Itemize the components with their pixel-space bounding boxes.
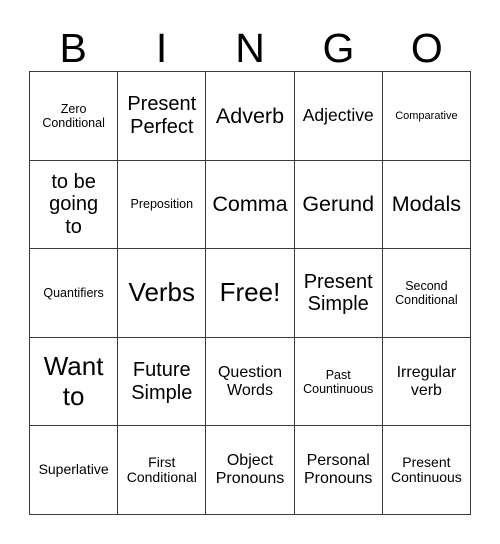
bingo-cell-label: Zero Conditional	[42, 101, 105, 130]
bingo-cell[interactable]: Comma	[206, 160, 295, 250]
bingo-card: B I N G O Zero Conditional Present Perfect Adv…	[0, 0, 500, 544]
bingo-cell-label: Irregular verb	[396, 363, 457, 399]
bingo-header-letter-o: O	[410, 25, 443, 71]
bingo-cell-label: Past Countinuous	[303, 367, 374, 396]
bingo-header-letter-i: I	[155, 25, 168, 71]
bingo-cell[interactable]: Free!	[206, 249, 295, 338]
bingo-cell[interactable]: Adjective	[294, 72, 383, 161]
bingo-cell-label: Want to	[43, 351, 104, 411]
bingo-cell[interactable]: Personal Pronouns	[294, 426, 383, 515]
bingo-cell-label: Superlative	[38, 461, 109, 478]
bingo-cell-label: Present Perfect	[127, 93, 197, 138]
bingo-cell-label: Present Simple	[303, 270, 373, 315]
bingo-cell-label: Second Conditional	[395, 278, 458, 307]
bingo-cell[interactable]: Comparative	[382, 72, 471, 161]
bingo-cell-label: Object Pronouns	[215, 452, 285, 488]
bingo-header-letter-n: N	[235, 25, 265, 71]
bingo-cell[interactable]: Present Simple	[294, 249, 383, 338]
bingo-cell-label: to be going to	[49, 170, 99, 238]
bingo-cell-label: Adjective	[302, 105, 374, 125]
bingo-cell-label: Question Words	[217, 363, 283, 399]
bingo-cell[interactable]: Verbs	[118, 249, 207, 338]
bingo-cell[interactable]: Want to	[30, 337, 119, 427]
bingo-cell[interactable]: Future Simple	[118, 337, 207, 427]
bingo-cell[interactable]: Present Continuous	[382, 426, 471, 515]
bingo-cell[interactable]: Past Countinuous	[294, 337, 383, 427]
bingo-cell[interactable]: Object Pronouns	[206, 426, 295, 515]
bingo-cell[interactable]: Present Perfect	[118, 72, 207, 161]
bingo-grid: Zero Conditional Present Perfect Adverb Adj…	[29, 71, 471, 515]
bingo-cell[interactable]: Gerund	[294, 160, 383, 250]
bingo-cell-label: Free!	[219, 277, 281, 308]
bingo-cell[interactable]: Adverb	[206, 72, 295, 161]
bingo-cell-label: Personal Pronouns	[303, 452, 373, 488]
bingo-cell[interactable]: Quantifiers	[30, 249, 119, 338]
bingo-cell-label: Adverb	[215, 103, 285, 128]
bingo-cell[interactable]: Modals	[382, 160, 471, 250]
bingo-cell-label: Quantifiers	[43, 285, 104, 300]
bingo-cell[interactable]: Irregular verb	[382, 337, 471, 427]
bingo-cell[interactable]: Question Words	[206, 337, 295, 427]
bingo-cell[interactable]: to be going to	[30, 160, 119, 250]
bingo-cell-label: Modals	[391, 192, 462, 217]
bingo-cell-label: First Conditional	[126, 453, 197, 486]
bingo-cell-label: Present Continuous	[390, 453, 462, 486]
bingo-cell-label: Comparative	[395, 109, 458, 122]
bingo-cell[interactable]: Zero Conditional	[30, 72, 119, 161]
bingo-cell-label: Verbs	[128, 277, 196, 308]
bingo-cell[interactable]: Second Conditional	[382, 249, 471, 338]
bingo-cell[interactable]: First Conditional	[118, 426, 207, 515]
bingo-header: BINGO	[29, 16, 471, 71]
bingo-cell-label: Gerund	[302, 192, 375, 217]
bingo-header-letter-g: G	[322, 25, 355, 71]
bingo-cell-label: Future Simple	[131, 359, 193, 404]
bingo-cell-label: Comma	[212, 192, 288, 217]
bingo-header-letter-b: B	[59, 25, 87, 71]
bingo-cell[interactable]: Superlative	[30, 426, 119, 515]
bingo-cell[interactable]: Preposition	[118, 160, 207, 250]
bingo-cell-label: Preposition	[130, 197, 194, 212]
